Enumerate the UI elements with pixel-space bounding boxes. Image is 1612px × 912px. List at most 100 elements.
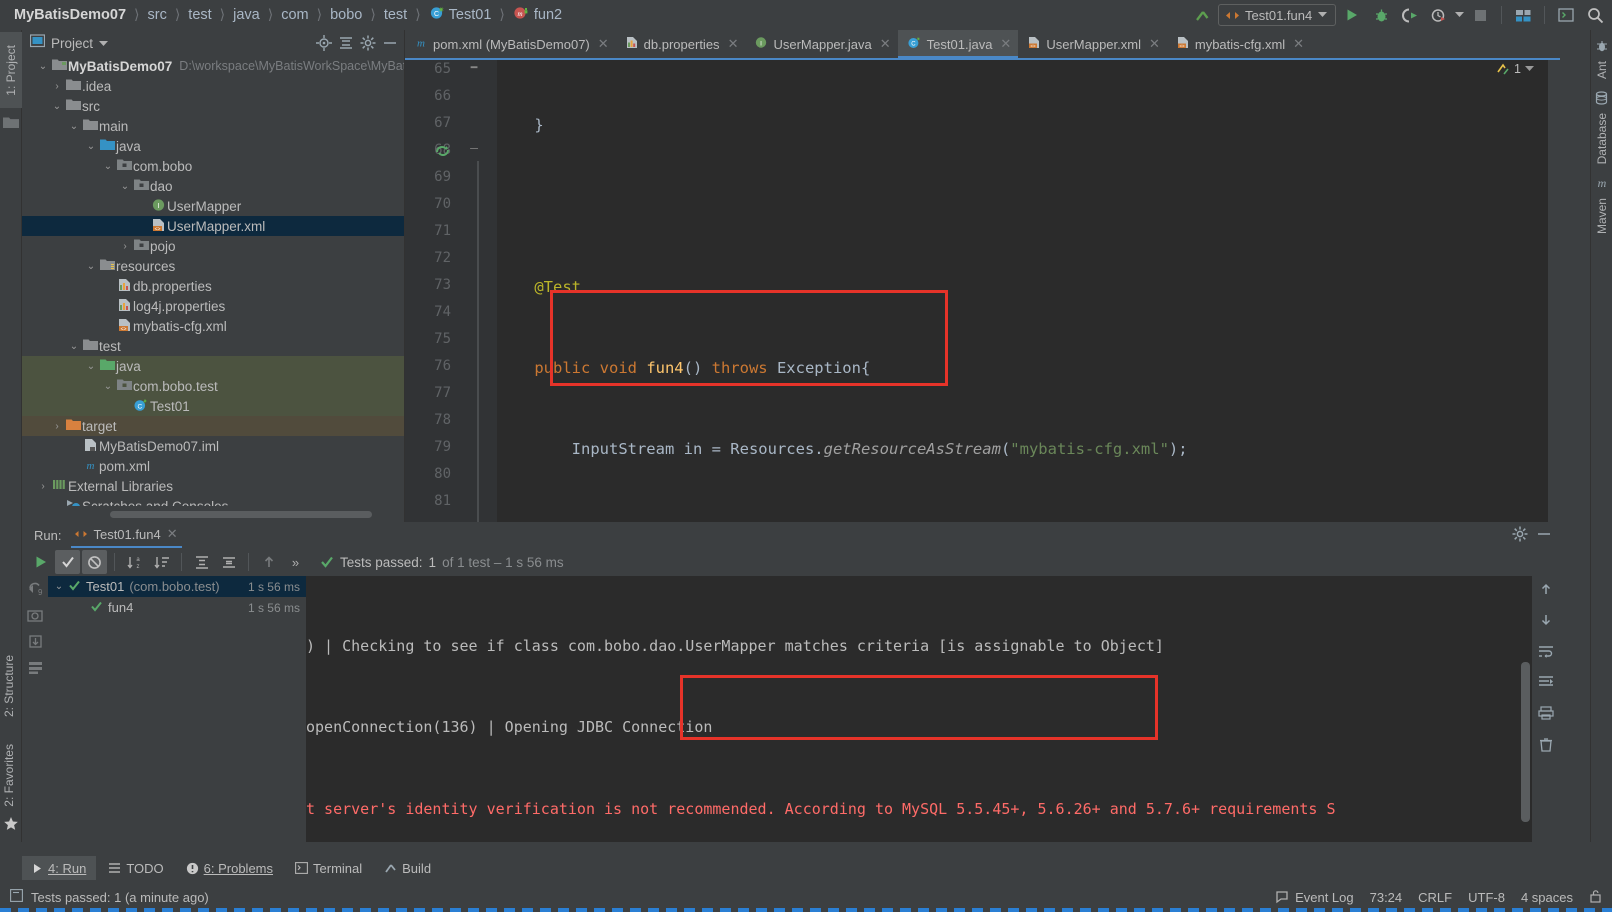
tree-collapse-arrow[interactable]: › — [50, 81, 64, 92]
previous-failure-icon[interactable] — [256, 550, 281, 574]
tree-expand-arrow[interactable]: ⌄ — [67, 341, 81, 352]
tab-test01-java[interactable]: C Test01.java ✕ — [897, 30, 1019, 58]
bottom-tab-terminal[interactable]: Terminal — [285, 856, 372, 880]
profiler-icon[interactable] — [1426, 3, 1452, 27]
run-coverage-icon[interactable] — [1397, 3, 1423, 27]
project-tree[interactable]: ⌄ MyBatisDemo07 D:\workspace\MyBatisWork… — [22, 56, 404, 506]
tree-row-scratches[interactable]: Scratches and Consoles — [22, 496, 404, 506]
tree-expand-arrow[interactable]: ⌄ — [50, 101, 64, 112]
breadcrumb-item-project[interactable]: MyBatisDemo07 — [14, 7, 126, 23]
fold-end-marker[interactable]: ━ — [467, 61, 481, 74]
tree-row-usermapper-xml[interactable]: <> UserMapper.xml — [22, 216, 404, 236]
console-output[interactable]: ) | Checking to see if class com.bobo.da… — [306, 576, 1532, 842]
tab-mybatis-cfg-xml[interactable]: <> mybatis-cfg.xml ✕ — [1167, 30, 1311, 58]
collapse-all-icon[interactable] — [336, 33, 356, 53]
debug-icon[interactable] — [1368, 3, 1394, 27]
breadcrumb-item-bobo[interactable]: bobo — [330, 7, 362, 23]
tree-expand-arrow[interactable]: ⌄ — [84, 361, 98, 372]
scroll-to-end-icon[interactable] — [1532, 669, 1560, 695]
tree-row-log4j-properties[interactable]: log4j.properties — [22, 296, 404, 316]
bottom-tab-run[interactable]: 4: Run — [22, 856, 97, 880]
sort-by-duration-icon[interactable] — [149, 550, 174, 574]
gear-icon[interactable] — [358, 33, 378, 53]
trash-icon[interactable] — [1532, 731, 1560, 757]
tree-expand-arrow[interactable]: ⌄ — [118, 181, 132, 192]
chevron-down-icon[interactable] — [99, 34, 109, 52]
tree-row-main[interactable]: ⌄ main — [22, 116, 404, 136]
inspection-status-widget[interactable]: 1 — [1497, 62, 1534, 76]
tree-row-package-pojo[interactable]: › pojo — [22, 236, 404, 256]
sidebar-tab-ant[interactable]: Ant — [1595, 36, 1609, 83]
breadcrumb-item-com[interactable]: com — [281, 7, 308, 23]
tab-usermapper-xml[interactable]: <> UserMapper.xml ✕ — [1018, 30, 1167, 58]
scroll-up-icon[interactable] — [1532, 576, 1560, 602]
breadcrumb-item-class[interactable]: Test01 — [449, 7, 492, 23]
test-tree-row-method[interactable]: fun4 1 s 56 ms — [48, 597, 306, 618]
bottom-tab-todo[interactable]: TODO — [98, 856, 173, 880]
tree-expand-arrow[interactable]: ⌄ — [101, 381, 115, 392]
tree-row-test[interactable]: ⌄ test — [22, 336, 404, 356]
run-configuration-selector[interactable]: Test01.fun4 — [1218, 4, 1336, 26]
tree-row-resources[interactable]: ⌄ resources — [22, 256, 404, 276]
hide-ignored-icon[interactable] — [82, 550, 107, 574]
minimize-icon[interactable] — [380, 33, 400, 53]
close-icon[interactable]: ✕ — [167, 526, 178, 542]
folder-icon[interactable] — [3, 116, 19, 134]
sidebar-tab-favorites[interactable]: 2: Favorites — [2, 744, 16, 812]
tree-row-usermapper-interface[interactable]: I UserMapper — [22, 196, 404, 216]
rerun-icon[interactable] — [28, 550, 53, 574]
bottom-tab-problems[interactable]: 6: Problems — [176, 856, 283, 880]
export-icon[interactable] — [22, 628, 48, 654]
tree-expand-arrow[interactable]: ⌄ — [84, 261, 98, 272]
line-separator[interactable]: CRLF — [1418, 890, 1452, 905]
breadcrumb-item-test[interactable]: test — [188, 7, 211, 23]
code-editor[interactable]: 65 66 67 68 69 70 71 72 73 74 75 76 77 7… — [405, 58, 1560, 522]
breadcrumb-item-java[interactable]: java — [233, 7, 260, 23]
tab-pom-xml[interactable]: m pom.xml (MyBatisDemo07) ✕ — [405, 30, 616, 58]
code-content[interactable]: } @Test public void fun4() throws Except… — [497, 58, 1560, 522]
status-message[interactable]: Tests passed: 1 (a minute ago) — [31, 890, 209, 905]
run-icon[interactable] — [1339, 3, 1365, 27]
gear-icon[interactable] — [1510, 524, 1530, 544]
tree-collapse-arrow[interactable]: › — [50, 421, 64, 432]
event-log-button[interactable]: Event Log — [1275, 890, 1354, 905]
run-method-gutter-icon[interactable] — [435, 143, 451, 164]
test-tree-row-class[interactable]: ⌄ Test01 (com.bobo.test) 1 s 56 ms — [48, 576, 306, 597]
tree-row-idea[interactable]: › .idea — [22, 76, 404, 96]
tree-expand-arrow[interactable]: ⌄ — [52, 581, 66, 592]
search-icon[interactable] — [1582, 3, 1608, 27]
tree-row-project[interactable]: ⌄ MyBatisDemo07 D:\workspace\MyBatisWork… — [22, 56, 404, 76]
tree-expand-arrow[interactable]: ⌄ — [67, 121, 81, 132]
tree-row-package-dao[interactable]: ⌄ dao — [22, 176, 404, 196]
tab-usermapper-java[interactable]: I UserMapper.java ✕ — [745, 30, 897, 58]
tree-row-package-combobo-test[interactable]: ⌄ com.bobo.test — [22, 376, 404, 396]
camera-icon[interactable] — [22, 602, 48, 628]
indent-setting[interactable]: 4 spaces — [1521, 890, 1573, 905]
tree-collapse-arrow[interactable]: › — [36, 481, 50, 492]
bottom-tab-build[interactable]: Build — [374, 856, 441, 880]
editor-gutter[interactable]: 65 66 67 68 69 70 71 72 73 74 75 76 77 7… — [405, 58, 497, 522]
sidebar-tab-database[interactable]: Database — [1595, 87, 1609, 168]
show-passed-icon[interactable] — [55, 550, 80, 574]
close-icon[interactable]: ✕ — [1149, 36, 1160, 52]
breadcrumb-item-test2[interactable]: test — [384, 7, 407, 23]
close-icon[interactable]: ✕ — [598, 36, 609, 52]
close-icon[interactable]: ✕ — [728, 36, 739, 52]
sidebar-tab-project[interactable]: 1: Project — [0, 32, 22, 108]
tree-row-package-combobo[interactable]: ⌄ com.bobo — [22, 156, 404, 176]
chevron-down-icon[interactable] — [1525, 66, 1534, 72]
tab-db-properties[interactable]: db.properties ✕ — [616, 30, 746, 58]
tree-row-external-libraries[interactable]: › External Libraries — [22, 476, 404, 496]
chevron-down-icon[interactable] — [1455, 12, 1464, 18]
fold-start-marker[interactable]: ─ — [467, 143, 481, 155]
terminal-icon[interactable] — [1553, 3, 1579, 27]
tree-row-src[interactable]: ⌄ src — [22, 96, 404, 116]
lock-icon[interactable] — [1589, 889, 1602, 906]
soft-wrap-icon[interactable] — [1532, 638, 1560, 664]
rerun-failed-icon[interactable]: 9 — [22, 576, 48, 602]
test-results-tree[interactable]: ⌄ Test01 (com.bobo.test) 1 s 56 ms fun4 … — [48, 576, 306, 842]
console-scrollbar[interactable] — [1521, 578, 1530, 840]
tree-row-mybatis-cfg-xml[interactable]: <> mybatis-cfg.xml — [22, 316, 404, 336]
project-horizontal-scrollbar[interactable] — [110, 511, 372, 518]
star-icon[interactable] — [4, 817, 18, 836]
